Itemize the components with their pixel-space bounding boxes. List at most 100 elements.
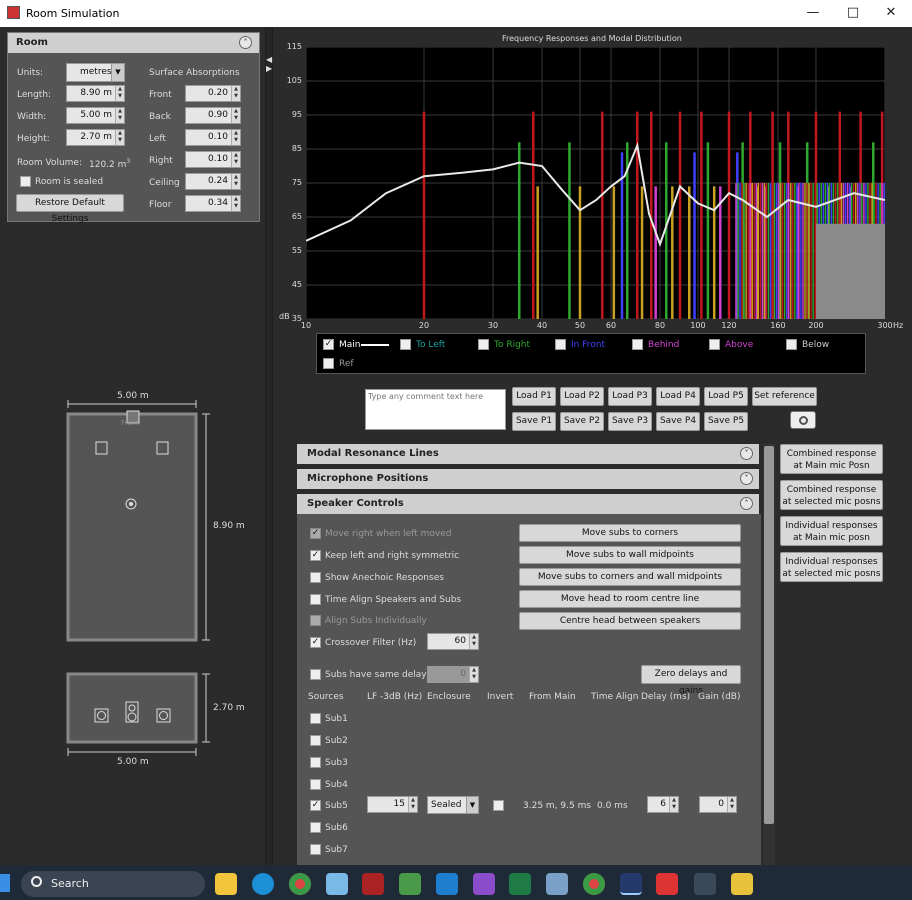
visual-studio-icon[interactable] <box>473 873 495 895</box>
crossover-spinner[interactable]: 60 ▲ ▼ <box>427 633 479 650</box>
back-absorption-spinner[interactable]: 0.90 ▲ ▼ <box>185 107 241 124</box>
camera-icon[interactable] <box>790 411 816 429</box>
rew-icon[interactable] <box>620 873 642 895</box>
close-icon[interactable]: ✕ <box>876 4 906 22</box>
app-icon[interactable] <box>546 873 568 895</box>
spinner-arrows-icon[interactable]: ▲ ▼ <box>408 797 417 812</box>
legend-main-checkbox[interactable]: ✓ <box>323 339 334 350</box>
start-icon[interactable] <box>0 874 10 892</box>
load-p5-button[interactable]: Load P5 <box>704 387 748 406</box>
sub5-lf-spinner[interactable]: 15 ▲ ▼ <box>367 796 418 813</box>
move-head-centre-button[interactable]: Move head to room centre line <box>519 590 741 608</box>
spinner-arrows-icon[interactable]: ▲ ▼ <box>669 797 678 812</box>
ceiling-absorption-spinner[interactable]: 0.24 ▲ ▼ <box>185 173 241 190</box>
calculator-icon[interactable] <box>694 873 716 895</box>
frequency-response-chart[interactable] <box>305 46 886 320</box>
edge-icon[interactable] <box>252 873 274 895</box>
keep-symmetric-checkbox[interactable]: ✓ <box>310 550 321 561</box>
restore-defaults-button[interactable]: Restore Default Settings <box>16 194 124 224</box>
chrome-icon[interactable] <box>289 873 311 895</box>
centre-head-button[interactable]: Centre head between speakers <box>519 612 741 630</box>
spinner-arrows-icon[interactable]: ▲ ▼ <box>231 130 240 145</box>
sub5-checkbox[interactable]: ✓ <box>310 800 321 811</box>
settings-icon[interactable] <box>656 873 678 895</box>
crossover-checkbox[interactable]: ✓ <box>310 637 321 648</box>
show-anechoic-checkbox[interactable] <box>310 572 321 583</box>
move-subs-midpoints-button[interactable]: Move subs to wall midpoints <box>519 546 741 564</box>
room-sealed-checkbox[interactable] <box>20 176 31 187</box>
spinner-arrows-icon[interactable]: ▲ ▼ <box>115 108 124 123</box>
legend-to-left-checkbox[interactable] <box>400 339 411 350</box>
app-icon[interactable] <box>399 873 421 895</box>
collapse-arrow-icon[interactable]: ◀ ▶ <box>266 55 272 73</box>
comment-input[interactable] <box>365 389 506 430</box>
spinner-arrows-icon[interactable]: ▲ ▼ <box>231 86 240 101</box>
maximize-icon[interactable]: □ <box>838 4 868 22</box>
subs-delay-spinner[interactable]: 0 ▲ ▼ <box>427 666 479 683</box>
scrollbar[interactable] <box>763 444 775 865</box>
app-icon[interactable] <box>362 873 384 895</box>
right-absorption-spinner[interactable]: 0.10 ▲ ▼ <box>185 151 241 168</box>
sub3-checkbox[interactable] <box>310 757 321 768</box>
spinner-arrows-icon[interactable]: ▲ ▼ <box>231 196 240 211</box>
spinner-arrows-icon[interactable]: ▲ ▼ <box>231 174 240 189</box>
collapse-icon[interactable]: ˄ <box>239 36 252 49</box>
split-divider[interactable]: ◀ ▶ <box>265 27 273 865</box>
legend-below-checkbox[interactable] <box>786 339 797 350</box>
modal-resonance-section-header[interactable]: Modal Resonance Lines ˅ <box>297 444 759 464</box>
excel-icon[interactable] <box>509 873 531 895</box>
move-right-checkbox[interactable]: ✓ <box>310 528 321 539</box>
app-icon[interactable] <box>731 873 753 895</box>
search-box[interactable]: Search <box>21 871 205 897</box>
sub5-delay-spinner[interactable]: 6 ▲ ▼ <box>647 796 679 813</box>
save-p1-button[interactable]: Save P1 <box>512 412 556 431</box>
room-panel-header[interactable]: Room ˄ <box>8 33 259 53</box>
load-p3-button[interactable]: Load P3 <box>608 387 652 406</box>
save-p5-button[interactable]: Save P5 <box>704 412 748 431</box>
legend-in-front-checkbox[interactable] <box>555 339 566 350</box>
sub6-checkbox[interactable] <box>310 822 321 833</box>
speaker-controls-section-header[interactable]: Speaker Controls ˄ <box>297 494 759 514</box>
scrollbar-thumb[interactable] <box>764 446 774 824</box>
sub5-gain-spinner[interactable]: 0 ▲ ▼ <box>699 796 737 813</box>
move-subs-corners-button[interactable]: Move subs to corners <box>519 524 741 542</box>
time-align-checkbox[interactable] <box>310 594 321 605</box>
sub4-checkbox[interactable] <box>310 779 321 790</box>
room-plan-view[interactable]: 5.00 m Front 8.90 m 2.70 m 5.00 m <box>0 390 265 770</box>
spinner-arrows-icon[interactable]: ▲ ▼ <box>469 667 478 682</box>
align-subs-checkbox[interactable] <box>310 615 321 626</box>
legend-ref-checkbox[interactable] <box>323 358 334 369</box>
subs-same-delay-checkbox[interactable] <box>310 669 321 680</box>
legend-above-checkbox[interactable] <box>709 339 720 350</box>
microphone-positions-section-header[interactable]: Microphone Positions ˅ <box>297 469 759 489</box>
height-spinner[interactable]: 2.70 m ▲ ▼ <box>66 129 125 146</box>
width-spinner[interactable]: 5.00 m ▲ ▼ <box>66 107 125 124</box>
floor-absorption-spinner[interactable]: 0.34 ▲ ▼ <box>185 195 241 212</box>
individual-selected-mic-button[interactable]: Individual responses at selected mic pos… <box>780 552 883 582</box>
spinner-arrows-icon[interactable]: ▲ ▼ <box>115 86 124 101</box>
vscode-icon[interactable] <box>436 873 458 895</box>
collapse-icon[interactable]: ˄ <box>740 497 753 510</box>
front-absorption-spinner[interactable]: 0.20 ▲ ▼ <box>185 85 241 102</box>
legend-to-right-checkbox[interactable] <box>478 339 489 350</box>
spinner-arrows-icon[interactable]: ▲ ▼ <box>115 130 124 145</box>
load-p4-button[interactable]: Load P4 <box>656 387 700 406</box>
individual-main-mic-button[interactable]: Individual responses at Main mic posn <box>780 516 883 546</box>
save-p2-button[interactable]: Save P2 <box>560 412 604 431</box>
zero-delays-button[interactable]: Zero delays and gains <box>641 665 741 696</box>
set-reference-button[interactable]: Set reference <box>752 387 817 406</box>
spinner-arrows-icon[interactable]: ▲ ▼ <box>231 108 240 123</box>
spinner-arrows-icon[interactable]: ▲ ▼ <box>469 634 478 649</box>
units-select[interactable]: metres ▼ <box>66 63 125 82</box>
left-absorption-spinner[interactable]: 0.10 ▲ ▼ <box>185 129 241 146</box>
load-p1-button[interactable]: Load P1 <box>512 387 556 406</box>
sub2-checkbox[interactable] <box>310 735 321 746</box>
file-explorer-icon[interactable] <box>215 873 237 895</box>
minimize-icon[interactable]: — <box>798 4 828 22</box>
expand-icon[interactable]: ˅ <box>740 472 753 485</box>
sub7-checkbox[interactable] <box>310 844 321 855</box>
save-p4-button[interactable]: Save P4 <box>656 412 700 431</box>
spinner-arrows-icon[interactable]: ▲ ▼ <box>231 152 240 167</box>
sub1-checkbox[interactable] <box>310 713 321 724</box>
chrome-icon[interactable] <box>583 873 605 895</box>
